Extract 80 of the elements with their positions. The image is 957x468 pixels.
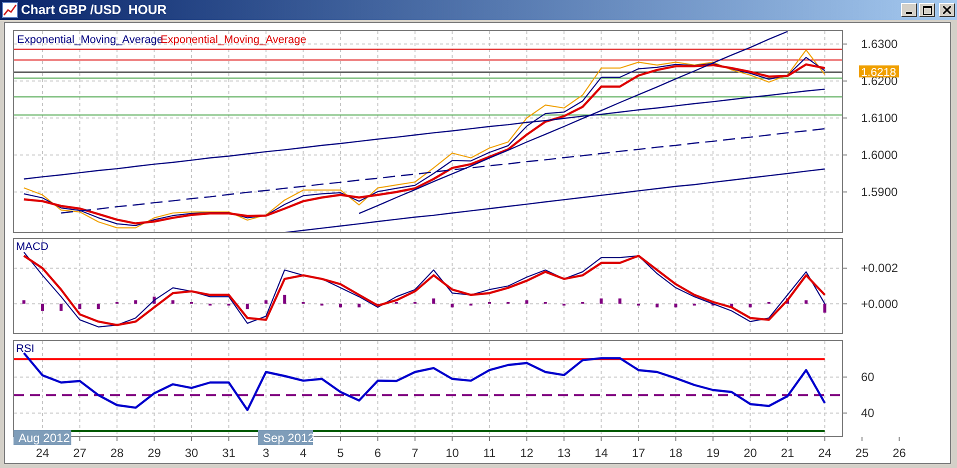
legend-label: Exponential_Moving_Average [17,34,163,46]
histogram-bar [152,296,156,304]
axis-label: 18 [669,446,682,460]
axis-label: 60 [861,370,874,384]
axis-label: 28 [110,446,124,460]
histogram-bar [637,304,640,306]
minimize-button[interactable] [901,3,917,17]
axis-label: +0.000 [861,296,898,311]
histogram-bar [730,304,734,308]
axis-label: 24 [36,446,50,460]
axis-label: 29 [148,446,161,460]
axis-label: 30 [184,446,198,460]
axis-label: 7 [412,446,418,460]
histogram-bar [692,304,696,306]
legend-label: Exponential_Moving_Average [160,34,306,46]
axis-label: 4 [300,446,307,460]
histogram-bar [656,304,659,308]
histogram-bar [432,298,436,304]
histogram-bar [283,294,286,304]
axis-label: 31 [222,446,236,460]
histogram-bar [525,300,528,304]
close-icon [943,6,951,14]
histogram-bar [171,300,174,304]
histogram-bar [748,304,752,308]
period-label: Sep 2012 [258,430,314,445]
histogram-bar [786,298,789,304]
histogram-bar [264,300,268,304]
axis-label: +0.002 [861,261,898,276]
close-button[interactable] [939,3,955,17]
axis-label: 1.6300 [861,37,898,52]
axis-label: 1.5900 [861,184,898,199]
histogram-bar [358,304,361,308]
chart-icon [2,2,18,18]
axis-label: 3 [262,446,270,460]
histogram-bar [134,300,138,304]
axis-label: 13 [557,446,571,460]
histogram-bar [78,304,82,310]
axis-label: 1.6000 [861,148,898,162]
histogram-bar [712,304,714,306]
axis-label: 1.6100 [861,111,898,125]
axis-label: 26 [892,446,906,460]
histogram-bar [339,304,342,308]
histogram-bar [376,304,380,306]
axis-label: 14 [594,446,608,460]
histogram-bar [674,304,678,308]
axis-label: 24 [818,446,832,460]
histogram-bar [469,304,472,306]
axis-label: 25 [855,446,869,460]
axis-label: 17 [632,446,646,460]
axis-label: 10 [446,446,459,460]
period-label: Aug 2012 [14,430,72,445]
histogram-bar [562,304,566,306]
maximize-button[interactable] [919,3,935,17]
histogram-bar [600,298,603,304]
histogram-bar [60,304,63,311]
histogram-bar [41,304,44,311]
histogram-bar [96,304,100,310]
histogram-bar [320,304,324,306]
axis-label: 12 [520,446,534,460]
histogram-bar [227,304,230,306]
axis-label: 5 [337,446,344,460]
axis-label: 11 [483,446,496,460]
histogram-bar [246,304,249,310]
histogram-bar [618,298,622,304]
histogram-bar [823,304,826,313]
maximize-icon [922,6,932,14]
histogram-bar [450,304,454,308]
axis-label: 27 [73,446,86,460]
histogram-bar [208,304,212,306]
axis-label: 40 [861,406,874,420]
axis-label: 21 [780,446,794,460]
panel-title: MACD [16,241,48,253]
axis-label: 19 [706,446,720,460]
axis-label: 6 [374,446,382,460]
minimize-icon [906,12,912,14]
histogram-bar [22,300,26,304]
histogram-bar [804,300,808,304]
axis-label: 20 [744,446,757,460]
panel-title: RSI [16,343,34,355]
window-title: Chart GBP /USD HOUR [21,1,167,20]
